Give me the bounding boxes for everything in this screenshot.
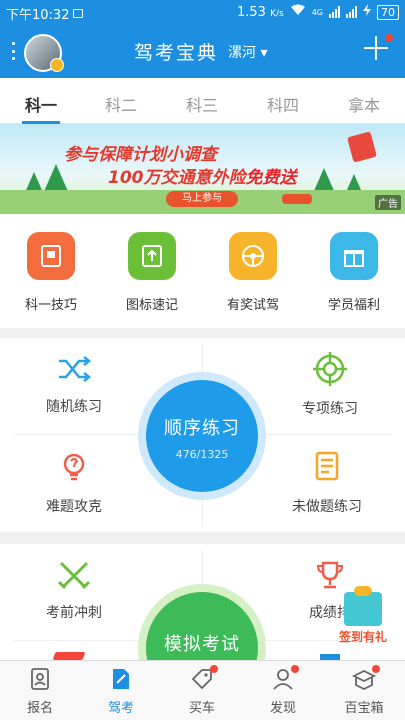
- quick-entry-grid: 科一技巧 图标速记 有奖试驾 学员福利: [0, 214, 405, 328]
- tab-ke-yi[interactable]: 科一: [11, 92, 71, 116]
- signal-icon-2: [346, 6, 357, 18]
- random-practice-label: 随机练习: [46, 399, 102, 415]
- tab-ke-san[interactable]: 科三: [172, 92, 232, 116]
- gift-box-icon: [344, 592, 382, 626]
- sign-in-gift-button[interactable]: 签到有礼: [332, 586, 394, 654]
- nav-label: 百宝箱: [344, 701, 384, 716]
- sign-in-gift-label: 签到有礼: [338, 630, 387, 644]
- banner-subline: 100万交通意外险免费送: [108, 168, 297, 188]
- gift-icon: [347, 131, 377, 163]
- nav-label: 驾考: [107, 701, 134, 716]
- mock-exam-label: 模拟考试: [164, 634, 240, 655]
- tab-na-ben[interactable]: 拿本: [334, 92, 394, 116]
- banner-headline: 参与保障计划小调查: [64, 145, 217, 165]
- box-icon: [351, 665, 380, 691]
- practice-panel: 随机练习 专项练习 难题攻克 未做题练习 顺序练习 476/1325: [0, 338, 405, 532]
- nav-item-buy-car[interactable]: 买车: [162, 665, 242, 716]
- notification-dot: [385, 34, 393, 42]
- notification-dot: [291, 665, 299, 673]
- status-time: 下午10:32: [6, 8, 70, 23]
- person-icon: [271, 665, 299, 691]
- nav-label: 买车: [188, 701, 215, 716]
- trophy-icon: [316, 561, 344, 589]
- nav-item-exam[interactable]: 驾考: [81, 667, 161, 716]
- pre-exam-sprint-label: 考前冲刺: [46, 605, 102, 621]
- vip-badge-icon: [50, 58, 64, 72]
- city-selector[interactable]: 漯河 ▾: [228, 42, 267, 62]
- quick-item-label: 科一技巧: [24, 298, 77, 313]
- nav-item-discover[interactable]: 发现: [243, 665, 323, 716]
- notification-icon: [73, 9, 84, 18]
- promo-banner[interactable]: 参与保障计划小调查 100万交通意外险免费送 马上参与 广告: [0, 124, 405, 214]
- road-sign-icon: [128, 232, 176, 280]
- ad-tag: 广告: [375, 195, 401, 210]
- hard-questions-label: 难题攻克: [46, 499, 102, 515]
- quick-item-sign-memo[interactable]: 图标速记: [107, 232, 197, 313]
- sequential-progress: 476/1325: [175, 448, 229, 461]
- join-now-button[interactable]: 马上参与: [166, 191, 238, 207]
- gift-icon: [330, 232, 378, 280]
- steering-wheel-icon: [229, 232, 277, 280]
- chevron-down-icon: ▾: [260, 45, 268, 61]
- pre-exam-sprint-button[interactable]: 考前冲刺: [14, 560, 134, 622]
- nav-item-signup[interactable]: 报名: [0, 667, 80, 716]
- undone-practice-label: 未做题练习: [292, 499, 362, 515]
- mock-exam-panel: 考前冲刺 成绩排 模拟考试 签到有礼: [0, 544, 405, 660]
- menu-dots-icon[interactable]: [12, 42, 16, 60]
- signal-icon: [329, 6, 340, 18]
- network-speed: 1.53 K/s: [236, 4, 284, 20]
- price-tag-icon: [190, 665, 218, 691]
- notification-dot: [210, 665, 218, 673]
- hard-questions-button[interactable]: 难题攻克: [14, 450, 134, 516]
- battery-level: 70: [377, 4, 399, 20]
- quick-item-tips[interactable]: 科一技巧: [6, 232, 96, 313]
- document-icon: [315, 451, 339, 481]
- app-title: 驾考宝典: [134, 42, 219, 64]
- target-icon: [313, 352, 347, 386]
- car-icon: [282, 194, 312, 204]
- bottom-navigation: 报名 驾考 买车 发现 百宝箱: [0, 660, 405, 720]
- edit-doc-icon: [109, 667, 133, 691]
- wifi-icon: [290, 4, 306, 20]
- network-type: 4G: [311, 7, 323, 17]
- note-icon: [27, 232, 75, 280]
- nav-label: 报名: [26, 701, 53, 716]
- crossed-swords-icon: [57, 561, 91, 590]
- lightbulb-icon: [63, 453, 85, 481]
- special-practice-label: 专项练习: [302, 401, 358, 417]
- sequential-practice-button[interactable]: 顺序练习 476/1325: [146, 380, 258, 492]
- undone-practice-button[interactable]: 未做题练习: [267, 450, 387, 516]
- tab-ke-er[interactable]: 科二: [91, 92, 151, 116]
- quick-item-label: 学员福利: [327, 298, 380, 313]
- partial-icon: [52, 652, 86, 660]
- city-name: 漯河: [228, 45, 256, 61]
- quick-item-test-drive[interactable]: 有奖试驾: [208, 232, 298, 313]
- charging-icon: [363, 4, 371, 20]
- quick-item-welfare[interactable]: 学员福利: [309, 232, 399, 313]
- app-header: 驾考宝典 漯河 ▾: [0, 24, 405, 78]
- subject-tabs: 科一 科二 科三 科四 拿本: [0, 78, 405, 124]
- special-practice-button[interactable]: 专项练习: [270, 352, 390, 418]
- quick-item-label: 有奖试驾: [226, 298, 279, 313]
- nav-item-toolbox[interactable]: 百宝箱: [324, 665, 404, 716]
- nav-label: 发现: [269, 701, 296, 716]
- id-card-icon: [28, 667, 52, 691]
- tab-ke-si[interactable]: 科四: [253, 92, 313, 116]
- gift-bow-icon: [354, 586, 372, 596]
- quick-item-label: 图标速记: [125, 298, 178, 313]
- notification-dot: [372, 665, 380, 673]
- random-practice-button[interactable]: 随机练习: [14, 354, 134, 416]
- shuffle-icon: [59, 356, 92, 382]
- sequential-practice-label: 顺序练习: [164, 418, 240, 439]
- status-bar: 下午10:32 1.53 K/s 4G 70: [0, 0, 405, 24]
